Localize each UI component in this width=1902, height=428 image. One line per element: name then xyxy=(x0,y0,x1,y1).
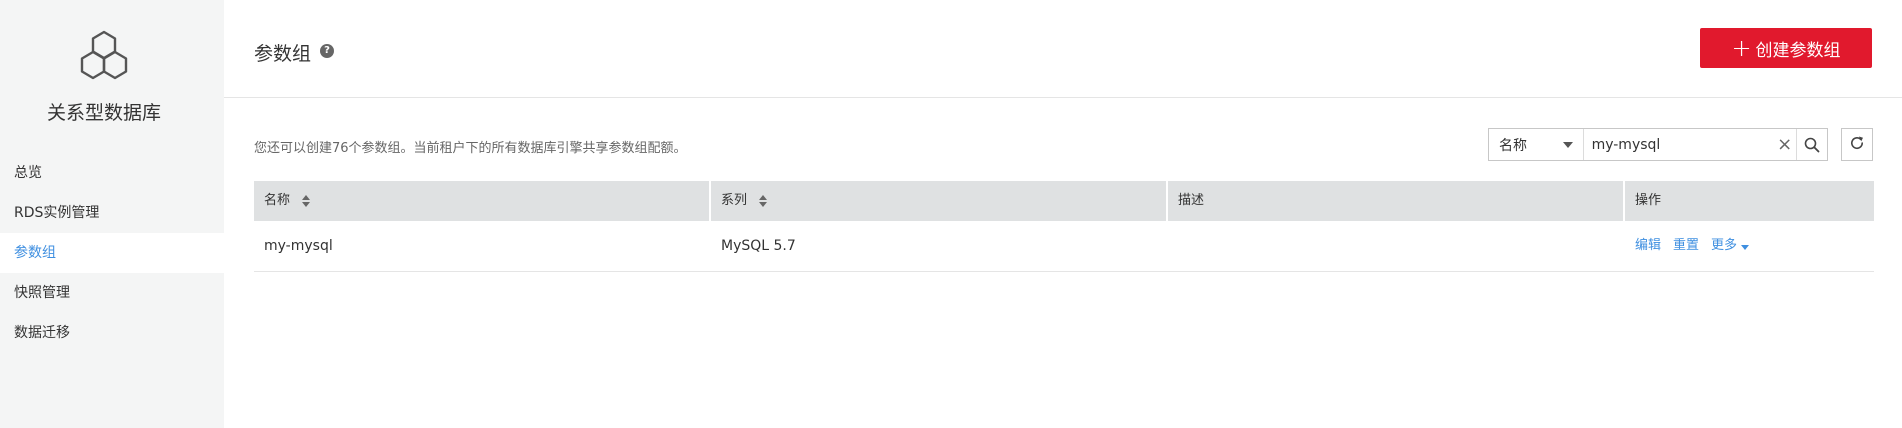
edit-link[interactable]: 编辑 xyxy=(1635,221,1661,271)
main-content: 参数组 ? + 创建参数组 您还可以创建76个参数组。当前租户下的所有数据库引擎… xyxy=(224,0,1902,428)
sidebar-item-data-migration[interactable]: 数据迁移 xyxy=(0,313,224,353)
question-circle-icon[interactable]: ? xyxy=(320,44,334,58)
column-header-actions: 操作 xyxy=(1625,181,1874,221)
search-box: 名称 × xyxy=(1488,128,1828,161)
column-header-name[interactable]: 名称 xyxy=(254,181,711,221)
more-dropdown[interactable]: 更多 xyxy=(1711,221,1750,271)
service-name: 关系型数据库 xyxy=(46,102,161,124)
sort-icon[interactable] xyxy=(302,195,311,207)
column-header-label: 描述 xyxy=(1178,193,1205,208)
cell-series: MySQL 5.7 xyxy=(721,238,796,254)
rds-logo-icon xyxy=(78,30,130,86)
column-header-label: 操作 xyxy=(1635,193,1662,208)
page-header: 参数组 ? + 创建参数组 xyxy=(224,0,1902,98)
search-field-selected: 名称 xyxy=(1499,137,1527,154)
reset-link[interactable]: 重置 xyxy=(1673,221,1699,271)
close-icon[interactable]: × xyxy=(1774,134,1796,155)
cell-name: my-mysql xyxy=(264,238,333,254)
sidebar-nav: 总览 RDS实例管理 参数组 快照管理 数据迁移 xyxy=(0,153,224,353)
column-header-label: 系列 xyxy=(721,193,748,208)
create-button-label: 创建参数组 xyxy=(1755,40,1841,61)
cell-description xyxy=(1168,221,1625,271)
quota-text: 您还可以创建76个参数组。当前租户下的所有数据库引擎共享参数组配额。 xyxy=(254,141,687,156)
sidebar-item-snapshots[interactable]: 快照管理 xyxy=(0,273,224,313)
sidebar: 关系型数据库 总览 RDS实例管理 参数组 快照管理 数据迁移 xyxy=(0,0,224,428)
chevron-down-icon xyxy=(1562,141,1573,148)
column-header-label: 名称 xyxy=(264,193,291,208)
plus-icon: + xyxy=(1731,34,1752,62)
more-label: 更多 xyxy=(1711,238,1738,253)
sidebar-item-rds-instances[interactable]: RDS实例管理 xyxy=(0,193,224,233)
parameter-groups-table: 名称 系列 描述 操作 my-mysql MySQL 5.7 编辑 重置 更多 xyxy=(254,181,1874,272)
table-header: 名称 系列 描述 操作 xyxy=(254,181,1874,221)
sidebar-item-overview[interactable]: 总览 xyxy=(0,153,224,193)
chevron-down-icon xyxy=(1741,244,1750,250)
refresh-icon xyxy=(1849,135,1865,155)
sidebar-item-parameter-groups[interactable]: 参数组 xyxy=(0,233,224,273)
search-input[interactable] xyxy=(1583,129,1774,160)
page-title: 参数组 xyxy=(254,43,312,65)
table-row: my-mysql MySQL 5.7 编辑 重置 更多 xyxy=(254,221,1874,272)
sort-icon[interactable] xyxy=(759,195,768,207)
create-parameter-group-button[interactable]: + 创建参数组 xyxy=(1700,28,1872,68)
search-field-select[interactable]: 名称 xyxy=(1489,129,1584,160)
cell-actions: 编辑 重置 更多 xyxy=(1625,221,1874,271)
column-header-description: 描述 xyxy=(1168,181,1625,221)
column-header-series[interactable]: 系列 xyxy=(711,181,1168,221)
search-icon[interactable] xyxy=(1795,129,1827,160)
refresh-button[interactable] xyxy=(1841,128,1873,161)
